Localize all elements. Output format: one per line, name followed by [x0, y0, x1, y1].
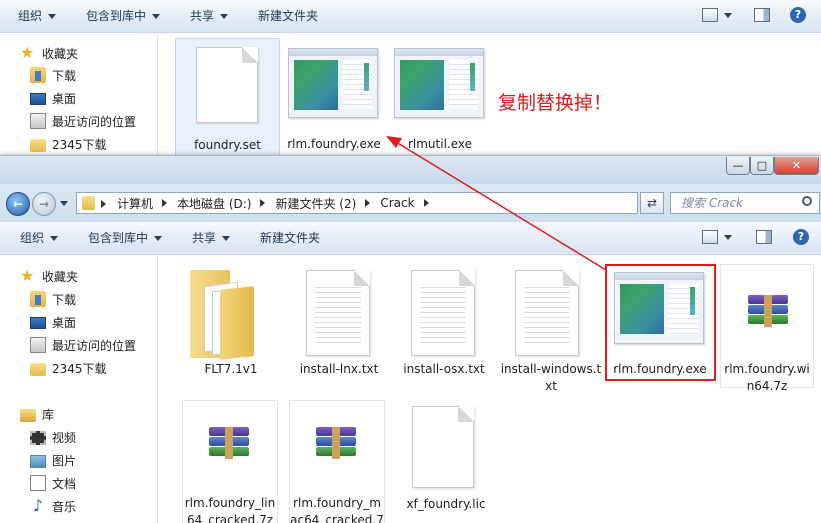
screenshot: 组织 包含到库中 共享 新建文件夹 ? ★ 收藏夹 下载 桌面 最近访问的位置 2… — [0, 0, 821, 523]
arrow-line — [395, 141, 607, 271]
annotation-arrow — [386, 136, 607, 271]
arrow-head — [386, 136, 402, 148]
